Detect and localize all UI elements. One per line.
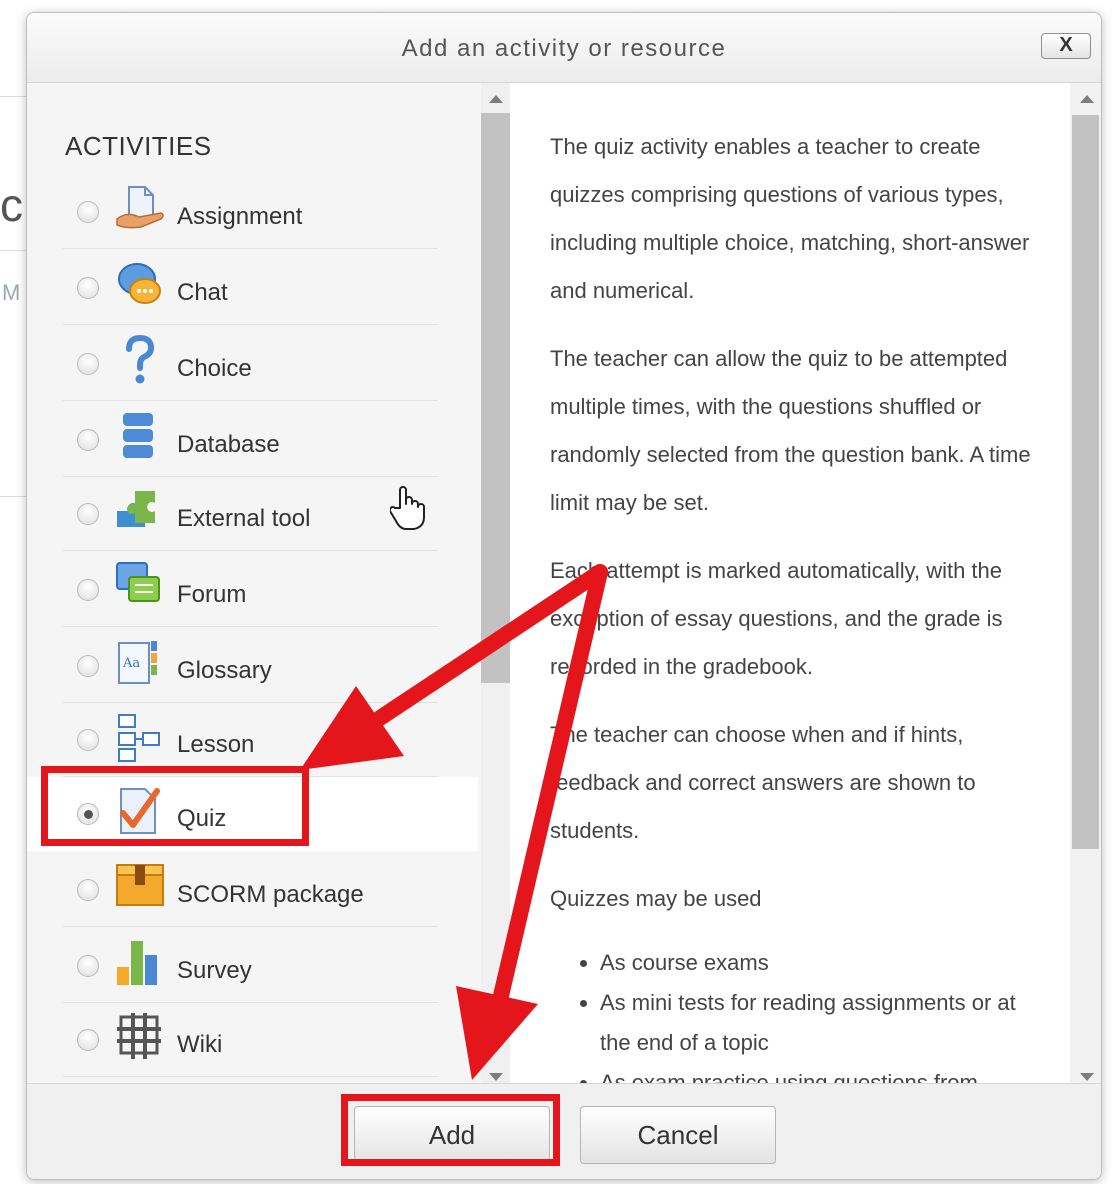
options-scroll-thumb[interactable]: [481, 113, 510, 683]
scroll-up-arrow-icon[interactable]: [1080, 95, 1094, 103]
cancel-button[interactable]: Cancel: [580, 1106, 776, 1164]
background-divider: [0, 96, 26, 97]
dialog-header: Add an activity or resource X: [27, 13, 1101, 83]
description-list: As course exams As mini tests for readin…: [550, 943, 1050, 1093]
option-choice[interactable]: Choice: [63, 327, 438, 401]
description-scrollbar[interactable]: [1070, 83, 1101, 1093]
quiz-highlight-box: [41, 766, 309, 846]
wiki-icon: [117, 1013, 161, 1059]
add-activity-dialog: Add an activity or resource X ACTIVITIES…: [26, 12, 1102, 1180]
radio-forum[interactable]: [77, 579, 99, 601]
survey-icon: [117, 941, 157, 985]
option-label: Chat: [177, 279, 228, 306]
radio-assignment[interactable]: [77, 201, 99, 223]
option-label: Choice: [177, 355, 252, 382]
glossary-icon: Aa: [118, 641, 157, 684]
option-label: Wiki: [177, 1031, 223, 1058]
chat-icon: [118, 263, 161, 304]
hand-pointer-cursor-icon: [390, 486, 425, 530]
option-wiki[interactable]: Wiki: [63, 1003, 438, 1077]
close-button[interactable]: X: [1041, 33, 1091, 59]
option-survey[interactable]: Survey: [63, 929, 438, 1003]
radio-choice[interactable]: [77, 353, 99, 375]
background-text-fragment: M: [2, 280, 21, 305]
radio-wiki[interactable]: [77, 1029, 99, 1051]
activity-options-list: ACTIVITIES Assignment Chat Choice Databa…: [27, 83, 510, 1093]
radio-glossary[interactable]: [77, 655, 99, 677]
option-database[interactable]: Database: [63, 403, 438, 477]
option-label: SCORM package: [177, 881, 364, 908]
option-label: Assignment: [177, 203, 303, 230]
option-label: Database: [177, 431, 280, 458]
radio-database[interactable]: [77, 429, 99, 451]
option-label: Forum: [177, 581, 247, 608]
description-list-item: As course exams: [600, 943, 1050, 983]
background-text-fragment: c: [0, 179, 23, 231]
activities-heading: ACTIVITIES: [65, 131, 212, 161]
dialog-footer: Add Cancel: [27, 1083, 1101, 1179]
description-paragraph: Each attempt is marked automatically, wi…: [550, 558, 1003, 679]
choice-icon: [126, 335, 155, 384]
description-paragraph: The teacher can choose when and if hints…: [550, 722, 976, 843]
radio-lesson[interactable]: [77, 729, 99, 751]
svg-text:Aa: Aa: [122, 656, 140, 671]
description-paragraph: The quiz activity enables a teacher to c…: [550, 134, 1030, 303]
radio-chat[interactable]: [77, 277, 99, 299]
description-list-item: As mini tests for reading assignments or…: [600, 983, 1050, 1063]
option-external-tool[interactable]: External tool: [63, 477, 438, 551]
description-scroll-thumb[interactable]: [1072, 115, 1099, 849]
database-icon: [123, 413, 153, 458]
background-divider: [0, 250, 26, 251]
description-paragraph: Quizzes may be used: [550, 886, 762, 911]
option-assignment[interactable]: Assignment: [63, 175, 438, 249]
option-label: Glossary: [177, 657, 272, 684]
activity-description: The quiz activity enables a teacher to c…: [510, 83, 1070, 1093]
description-paragraph: The teacher can allow the quiz to be att…: [550, 346, 1031, 515]
option-glossary[interactable]: Aa Glossary: [63, 629, 438, 703]
option-chat[interactable]: Chat: [63, 251, 438, 325]
add-button-highlight-box: [341, 1094, 560, 1166]
scroll-down-arrow-icon[interactable]: [489, 1073, 503, 1081]
option-forum[interactable]: Forum: [63, 553, 438, 627]
scroll-down-arrow-icon[interactable]: [1080, 1073, 1094, 1081]
assignment-icon: [116, 186, 164, 229]
lesson-icon: [118, 714, 160, 762]
options-scrollbar[interactable]: [481, 83, 510, 1093]
option-scorm-package[interactable]: SCORM package: [63, 853, 438, 927]
radio-survey[interactable]: [77, 955, 99, 977]
scroll-up-arrow-icon[interactable]: [489, 95, 503, 103]
dialog-title: Add an activity or resource: [401, 35, 727, 62]
background-divider: [0, 496, 26, 497]
option-label: Lesson: [177, 731, 255, 758]
radio-scorm-package[interactable]: [77, 879, 99, 901]
option-label: External tool: [177, 505, 311, 532]
radio-external-tool[interactable]: [77, 503, 99, 525]
forum-icon: [116, 562, 160, 602]
option-label: Survey: [177, 957, 252, 984]
scorm-package-icon: [116, 864, 164, 906]
external-tool-icon: [117, 491, 155, 527]
